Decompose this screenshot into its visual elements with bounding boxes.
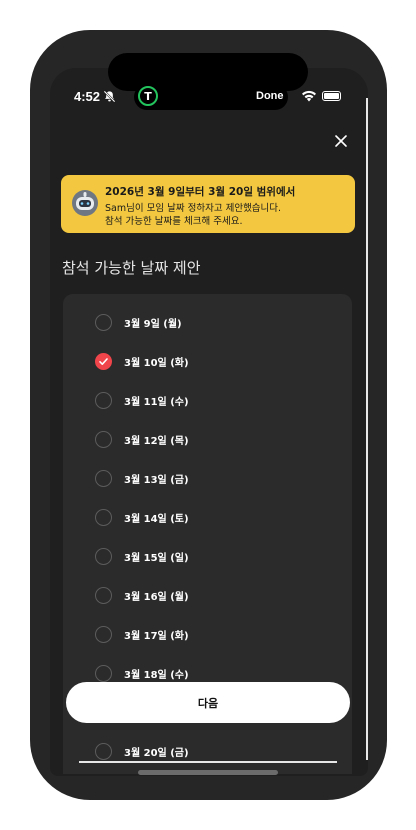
date-label: 3월 18일 (수) xyxy=(124,669,189,681)
date-option[interactable]: 3월 17일 (화) xyxy=(86,619,326,649)
date-label: 3월 20일 (금) xyxy=(124,747,189,759)
bell-slash-icon xyxy=(103,90,116,103)
date-label: 3월 11일 (수) xyxy=(124,396,189,408)
date-label: 3월 10일 (화) xyxy=(124,357,189,369)
date-option[interactable]: 3월 12일 (목) xyxy=(86,424,326,454)
banner-message-line-1: Sam님이 모임 날짜 정하자고 제안했습니다. xyxy=(105,203,282,214)
date-label: 3월 15일 (일) xyxy=(124,552,189,564)
checkmark-icon[interactable] xyxy=(95,352,112,370)
screen-bottom-edge xyxy=(79,761,337,763)
banner-title: 2026년 3월 9일부터 3월 20일 범위에서 xyxy=(105,186,296,198)
next-button[interactable]: 다음 xyxy=(66,682,350,723)
date-label: 3월 12일 (목) xyxy=(124,435,189,447)
radio-unchecked-icon[interactable] xyxy=(95,391,112,409)
battery-icon xyxy=(322,91,341,101)
close-icon[interactable] xyxy=(330,130,352,152)
radio-unchecked-icon[interactable] xyxy=(95,313,112,331)
home-indicator[interactable] xyxy=(138,770,278,775)
wifi-icon xyxy=(302,90,316,102)
radio-unchecked-icon[interactable] xyxy=(95,664,112,682)
radio-unchecked-icon[interactable] xyxy=(95,547,112,565)
date-option[interactable]: 3월 11일 (수) xyxy=(86,385,326,415)
radio-unchecked-icon[interactable] xyxy=(95,430,112,448)
scroll-edge xyxy=(366,98,368,760)
date-option[interactable]: 3월 9일 (월) xyxy=(86,307,326,337)
radio-unchecked-icon[interactable] xyxy=(95,586,112,604)
radio-unchecked-icon[interactable] xyxy=(95,625,112,643)
section-title: 참석 가능한 날짜 제안 xyxy=(62,259,201,277)
date-label: 3월 14일 (토) xyxy=(124,513,189,525)
date-label: 3월 17일 (화) xyxy=(124,630,189,642)
date-label: 3월 16일 (월) xyxy=(124,591,189,603)
date-option[interactable]: 3월 13일 (금) xyxy=(86,463,326,493)
banner-message-line-2: 참석 가능한 날짜를 체크해 주세요. xyxy=(105,216,243,227)
check-glyph-icon xyxy=(99,357,108,365)
live-activity-done-button[interactable]: Done xyxy=(256,90,284,102)
radio-unchecked-icon[interactable] xyxy=(95,469,112,487)
radio-unchecked-icon[interactable] xyxy=(95,742,112,760)
date-label: 3월 9일 (월) xyxy=(124,318,182,330)
status-time: 4:52 xyxy=(74,89,101,104)
date-option[interactable]: 3월 15일 (일) xyxy=(86,541,326,571)
date-option[interactable]: 3월 10일 (화) xyxy=(86,346,326,376)
proposal-banner: 2026년 3월 9일부터 3월 20일 범위에서 Sam님이 모임 날짜 정하… xyxy=(61,175,355,233)
date-option[interactable]: 3월 14일 (토) xyxy=(86,502,326,532)
radio-unchecked-icon[interactable] xyxy=(95,508,112,526)
robot-avatar-icon xyxy=(72,190,98,216)
date-option[interactable]: 3월 16일 (월) xyxy=(86,580,326,610)
live-activity-badge: T xyxy=(138,86,158,106)
date-label: 3월 13일 (금) xyxy=(124,474,189,486)
